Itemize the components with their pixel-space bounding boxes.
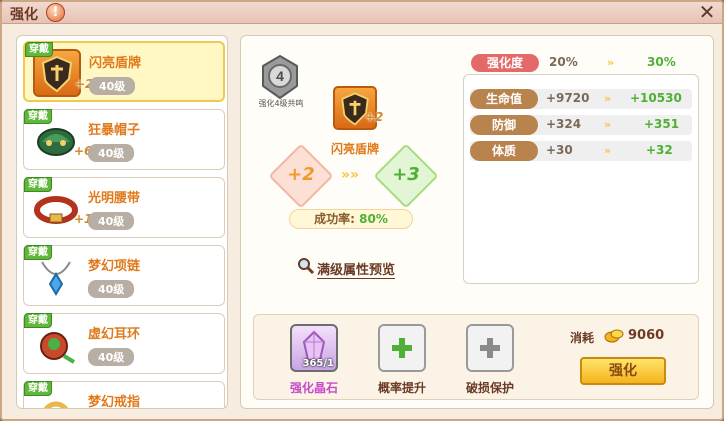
equipment-item-helmet[interactable]: 穿戴 +6 狂暴帽子 40级 xyxy=(23,109,225,170)
magnifier-icon xyxy=(298,258,315,275)
cost-label: 消耗 xyxy=(570,331,595,345)
close-icon[interactable]: ✕ xyxy=(696,2,718,23)
stat-from: +30 xyxy=(546,143,573,157)
rate-up-slot[interactable] xyxy=(378,324,426,372)
equipment-list[interactable]: 穿戴 +2 闪亮盾牌 40级 穿戴 +6 狂暴帽子 40级 穿戴 +1 光明腰带… xyxy=(16,35,228,409)
crystal-slot[interactable]: 365/1 xyxy=(290,324,338,372)
equipped-badge: 穿戴 xyxy=(24,313,52,328)
strength-from: 20% xyxy=(549,55,578,69)
arrow-icon: » xyxy=(604,144,612,157)
equipment-item-shield[interactable]: 穿戴 +2 闪亮盾牌 40级 xyxy=(23,41,225,102)
stats-box: 生命值 +9720 » +10530 防御 +324 » +351 体质 +30… xyxy=(463,74,699,284)
to-level: +3 xyxy=(392,164,420,185)
success-rate: 成功率: 80% xyxy=(289,209,413,229)
enhance-window: 强化 ! ✕ 穿戴 +2 闪亮盾牌 40级 穿戴 +6 狂暴帽子 40级 穿戴 … xyxy=(0,0,724,421)
equipment-item-necklace[interactable]: 穿戴 梦幻项链 40级 xyxy=(23,245,225,306)
strengthen-button[interactable]: 强化 xyxy=(580,357,666,385)
stat-from: +324 xyxy=(546,117,582,131)
strength-to: 30% xyxy=(647,55,676,69)
item-name: 虚幻耳环 xyxy=(88,327,141,342)
equipped-badge: 穿戴 xyxy=(25,42,53,57)
stat-to: +32 xyxy=(646,143,673,157)
item-level: 40级 xyxy=(88,348,135,366)
from-level: +2 xyxy=(287,164,315,185)
window-title: 强化 xyxy=(10,7,38,23)
item-name: 梦幻戒指 xyxy=(88,395,141,409)
protect-slot[interactable] xyxy=(466,324,514,372)
item-name: 狂暴帽子 xyxy=(88,123,141,138)
plus-icon xyxy=(480,338,500,358)
protect-label: 破损保护 xyxy=(465,381,514,395)
item-name: 光明腰带 xyxy=(88,191,141,206)
double-arrow-icon: »» xyxy=(341,167,360,183)
equipment-item-belt[interactable]: 穿戴 +1 光明腰带 40级 xyxy=(23,177,225,238)
stat-row-hp: 生命值 +9720 » +10530 xyxy=(470,89,692,109)
equipment-item-earring[interactable]: 穿戴 虚幻耳环 40级 xyxy=(23,313,225,374)
title-bar: 强化 ! ✕ xyxy=(2,2,722,24)
max-level-preview-link[interactable]: 满级属性预览 xyxy=(297,258,396,279)
plus-icon xyxy=(392,338,412,358)
equipped-badge: 穿戴 xyxy=(24,245,52,260)
stat-label: 体质 xyxy=(470,141,538,161)
success-label: 成功率: xyxy=(314,212,355,226)
selected-item-name: 闪亮盾牌 xyxy=(330,142,379,156)
rank-label: 强化4级共鸣 xyxy=(258,99,304,108)
stat-from: +9720 xyxy=(546,91,590,105)
success-value: 80% xyxy=(359,212,388,226)
equipped-badge: 穿戴 xyxy=(24,109,52,124)
item-level: 40级 xyxy=(88,212,135,230)
stat-to: +351 xyxy=(644,117,680,131)
equipped-badge: 穿戴 xyxy=(24,381,52,396)
strength-label: 强化度 xyxy=(471,54,539,72)
equipment-item-ring[interactable]: 穿戴 梦幻戒指 xyxy=(23,381,225,409)
gold-coin-icon xyxy=(604,329,624,343)
preview-label: 满级属性预览 xyxy=(317,263,396,279)
help-icon[interactable]: ! xyxy=(46,3,65,22)
stat-label: 防御 xyxy=(470,115,538,135)
item-level: 40级 xyxy=(88,280,135,298)
arrow-icon: » xyxy=(607,56,615,69)
item-name: 闪亮盾牌 xyxy=(89,56,142,71)
stat-to: +10530 xyxy=(630,91,682,105)
crystal-count: 365/1 xyxy=(302,358,334,369)
item-level: 40级 xyxy=(89,77,136,95)
rate-up-label: 概率提升 xyxy=(377,381,426,395)
rank-number: 4 xyxy=(276,68,284,84)
shield-icon: +2 xyxy=(333,86,383,130)
equipped-badge: 穿戴 xyxy=(24,177,52,192)
stat-row-defense: 防御 +324 » +351 xyxy=(470,115,692,135)
item-level: 40级 xyxy=(88,144,135,162)
stat-label: 生命值 xyxy=(470,89,538,109)
enhance-detail-panel: 4 强化4级共鸣 +2 闪亮盾牌 +2 »» +3 成功率: 80% 满级属性预… xyxy=(240,35,714,409)
arrow-icon: » xyxy=(604,92,612,105)
materials-box: 365/1 强化晶石 概率提升 破损保护 消耗 9060 强化 xyxy=(253,314,699,400)
item-name: 梦幻项链 xyxy=(88,259,141,274)
stat-row-constitution: 体质 +30 » +32 xyxy=(470,141,692,161)
enhance-level: +2 xyxy=(365,110,384,124)
strength-row: 强化度 20% » 30% xyxy=(471,54,697,72)
arrow-icon: » xyxy=(604,118,612,131)
crystal-label: 强化晶石 xyxy=(289,381,338,395)
cost-value: 9060 xyxy=(628,328,665,343)
